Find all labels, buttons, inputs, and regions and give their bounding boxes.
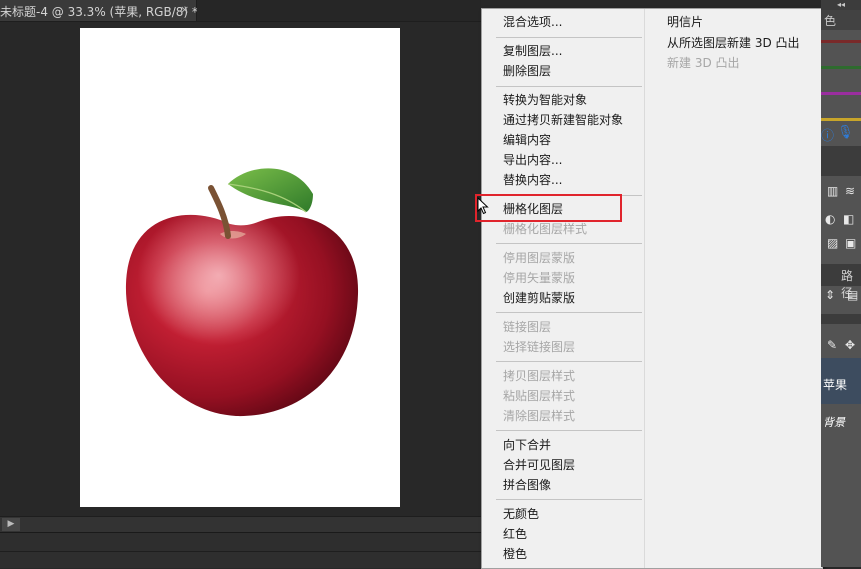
menu-item-convert-smart-object[interactable]: 转换为智能对象 (503, 92, 587, 108)
panel-collapse-button[interactable]: ◂◂ (821, 0, 861, 10)
color-slider-yellow[interactable] (821, 118, 861, 121)
photo-filter-icon[interactable]: ▣ (845, 236, 856, 250)
close-icon[interactable]: × (180, 3, 189, 16)
color-tab-label: 色 (824, 14, 837, 28)
menu-item-replace-contents[interactable]: 替换内容... (503, 172, 562, 188)
curves-icon[interactable]: ≋ (845, 184, 855, 198)
menu-item-merge-visible[interactable]: 合并可见图层 (503, 457, 575, 473)
levels-icon[interactable]: ▥ (827, 184, 838, 198)
menu-item-orange[interactable]: 橙色 (503, 546, 527, 562)
menu-item-select-linked-layers[interactable]: 选择链接图层 (503, 339, 575, 355)
scroll-right-icon[interactable]: ▶ (2, 518, 20, 531)
canvas-area[interactable] (0, 22, 481, 516)
document-canvas[interactable] (80, 28, 400, 507)
menu-item-red[interactable]: 红色 (503, 526, 527, 542)
gradient-map-icon[interactable]: ▨ (827, 236, 838, 250)
menu-item-flatten-image[interactable]: 拼合图像 (503, 477, 551, 493)
menu-item-export-contents[interactable]: 导出内容... (503, 152, 562, 168)
info-icon[interactable]: ⓘ (821, 125, 834, 144)
color-slider-red[interactable] (821, 40, 861, 43)
layers-panel-tabs[interactable]: 路径 (821, 264, 861, 300)
document-tab-title: 未标题-4 @ 33.3% (苹果, RGB/8) * (0, 5, 198, 19)
layer-name: 苹果 (823, 378, 848, 392)
status-divider (0, 551, 481, 552)
menu-separator (496, 312, 642, 313)
layer-context-menu[interactable]: 混合选项... 复制图层... 删除图层 转换为智能对象 通过拷贝新建智能对象 … (481, 8, 823, 569)
menu-item-delete-layer[interactable]: 删除图层 (503, 63, 551, 79)
menu-item-edit-contents[interactable]: 编辑内容 (503, 132, 551, 148)
horizontal-scrollbar[interactable]: ▶ (0, 516, 481, 532)
apple-image (125, 168, 359, 417)
menu-item-link-layers[interactable]: 链接图层 (503, 319, 551, 335)
layer-row-apple[interactable]: 苹果 (821, 358, 861, 404)
menu-item-create-clipping-mask[interactable]: 创建剪贴蒙版 (503, 290, 575, 306)
menu-column-divider (644, 9, 645, 568)
filter-dropdown-icon[interactable]: ⇕ (825, 288, 835, 302)
image-filter-icon[interactable]: ▤ (847, 288, 858, 302)
microphone-icon[interactable]: 🎙 (837, 125, 854, 140)
document-tab[interactable]: 未标题-4 @ 33.3% (苹果, RGB/8) * × (0, 0, 198, 22)
status-bar (0, 532, 481, 568)
menu-separator (496, 37, 642, 38)
menu-item-postcard[interactable]: 明信片 (667, 14, 703, 30)
mouse-cursor-icon (477, 197, 489, 215)
menu-item-3d-extrusion-from-selected[interactable]: 从所选图层新建 3D 凸出 (667, 35, 800, 51)
menu-item-new-3d-extrusion[interactable]: 新建 3D 凸出 (667, 55, 740, 71)
layers-options-bar (821, 314, 861, 324)
move-lock-icon[interactable]: ✥ (845, 338, 855, 352)
color-slider-green[interactable] (821, 66, 861, 69)
tab-strip (197, 0, 481, 22)
layer-row-background[interactable]: 背景 (823, 414, 845, 430)
menu-item-copy-layer-style[interactable]: 拷贝图层样式 (503, 368, 575, 384)
brush-lock-icon[interactable]: ✎ (827, 338, 837, 352)
menu-separator (496, 361, 642, 362)
menu-item-no-color[interactable]: 无颜色 (503, 506, 539, 522)
menu-separator (496, 243, 642, 244)
color-slider-magenta[interactable] (821, 92, 861, 95)
exposure-icon[interactable]: ◧ (843, 212, 854, 226)
brightness-icon[interactable]: ◐ (825, 212, 835, 226)
menu-item-disable-layer-mask[interactable]: 停用图层蒙版 (503, 250, 575, 266)
menu-item-paste-layer-style[interactable]: 粘贴图层样式 (503, 388, 575, 404)
adjustments-panel (821, 146, 861, 176)
color-panel-tab[interactable]: 色 (821, 10, 861, 30)
menu-separator (496, 430, 642, 431)
menu-item-duplicate-layer[interactable]: 复制图层... (503, 43, 562, 59)
menu-item-disable-vector-mask[interactable]: 停用矢量蒙版 (503, 270, 575, 286)
menu-item-rasterize-layer-style[interactable]: 栅格化图层样式 (503, 221, 587, 237)
menu-item-merge-down[interactable]: 向下合并 (503, 437, 551, 453)
menu-item-blending-options[interactable]: 混合选项... (503, 14, 562, 30)
right-panel-strip: ◂◂ 色 ⓘ 🎙 ▥ ≋ ◐ ◧ ▨ ▣ 路径 ⇕ ▤ ✎ ✥ 苹果 背景 (821, 0, 861, 567)
menu-separator (496, 86, 642, 87)
rasterize-highlight-box (475, 194, 622, 222)
menu-item-clear-layer-style[interactable]: 清除图层样式 (503, 408, 575, 424)
menu-separator (496, 499, 642, 500)
menu-item-new-smart-object-via-copy[interactable]: 通过拷贝新建智能对象 (503, 112, 623, 128)
